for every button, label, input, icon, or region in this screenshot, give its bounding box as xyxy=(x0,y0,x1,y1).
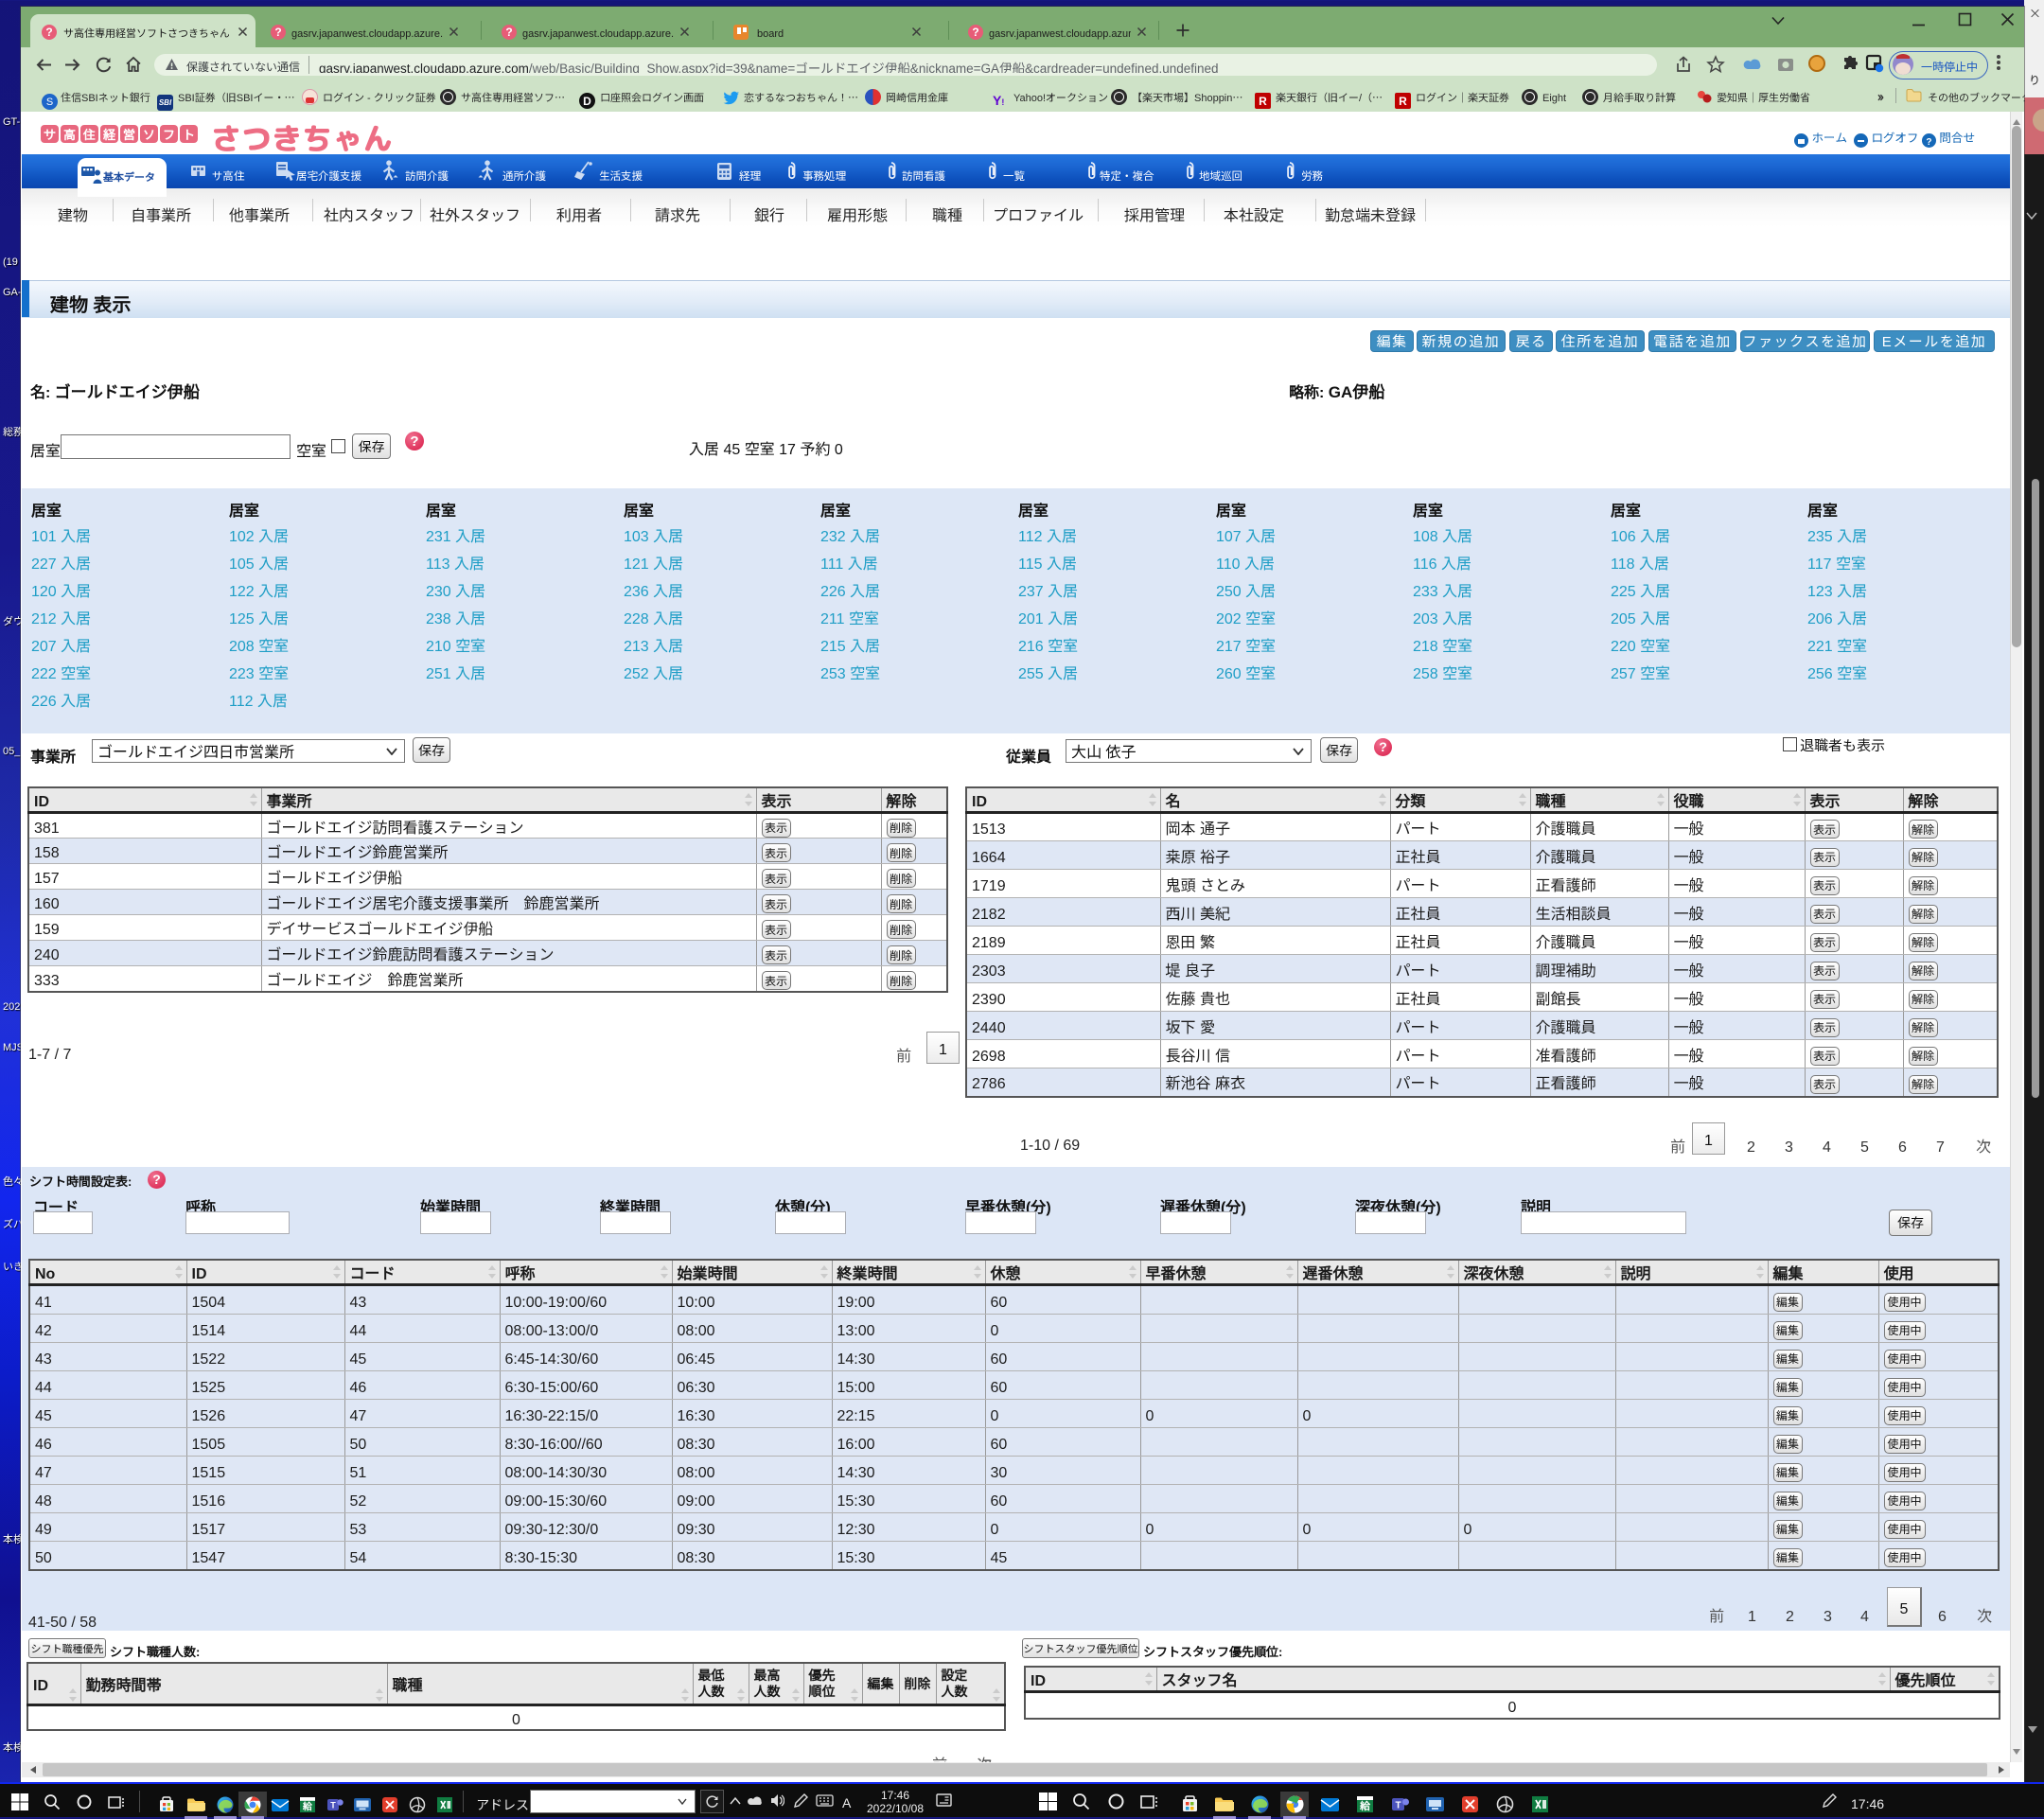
svg-text:T: T xyxy=(330,1798,336,1810)
svg-text:給: 給 xyxy=(1359,1798,1371,1813)
svg-text:給: 給 xyxy=(302,1798,313,1812)
svg-text:T: T xyxy=(1395,1797,1401,1811)
